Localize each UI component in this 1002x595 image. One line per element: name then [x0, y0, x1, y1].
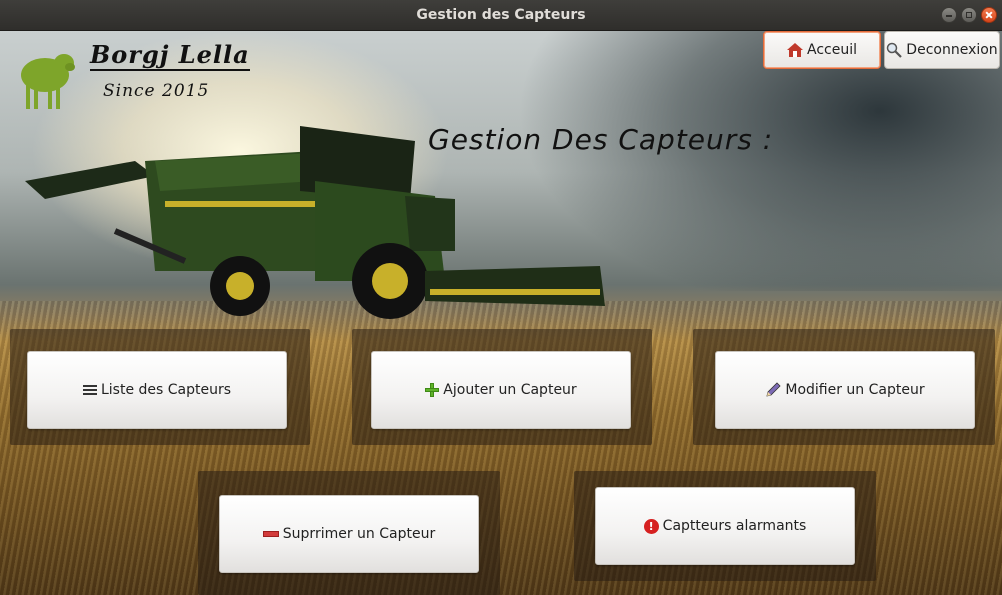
home-button[interactable]: Acceuil	[763, 31, 881, 69]
list-sensors-label: Liste des Capteurs	[100, 382, 232, 398]
alert-icon: !	[643, 518, 659, 534]
alarm-sensors-label: Captteurs alarmants	[662, 518, 807, 534]
maximize-icon	[962, 8, 976, 22]
home-button-label: Acceuil	[807, 42, 857, 58]
window-titlebar: Gestion des Capteurs	[0, 0, 1002, 31]
brand-since: Since 2015	[103, 81, 210, 101]
minimize-button[interactable]	[941, 7, 957, 23]
alarm-sensors-button[interactable]: ! Captteurs alarmants	[595, 487, 855, 565]
list-sensors-button[interactable]: Liste des Capteurs	[27, 351, 287, 429]
page-title: Gestion Des Capteurs :	[428, 123, 774, 156]
list-icon	[82, 384, 97, 396]
window-title: Gestion des Capteurs	[416, 7, 586, 23]
delete-sensor-button[interactable]: Suprrimer un Capteur	[219, 495, 479, 573]
brand-name: Borgj Lella	[90, 40, 250, 71]
home-icon	[787, 43, 803, 57]
edit-sensor-button[interactable]: Modifier un Capteur	[715, 351, 975, 429]
edit-sensor-label: Modifier un Capteur	[785, 382, 925, 398]
close-button[interactable]	[981, 7, 997, 23]
background-scene: Borgj Lella Since 2015 Gestion Des Capte…	[0, 31, 1002, 595]
pencil-icon	[766, 382, 781, 397]
minimize-icon	[942, 8, 956, 22]
add-sensor-button[interactable]: Ajouter un Capteur	[371, 351, 631, 429]
delete-sensor-label: Suprrimer un Capteur	[282, 526, 436, 542]
minus-icon	[262, 531, 279, 537]
sheep-logo-icon	[21, 54, 75, 109]
close-icon	[982, 8, 996, 22]
maximize-button[interactable]	[961, 7, 977, 23]
add-sensor-label: Ajouter un Capteur	[443, 382, 577, 398]
plus-icon	[425, 383, 440, 397]
search-icon	[887, 42, 903, 58]
logout-button-label: Deconnexion	[906, 42, 998, 58]
logout-button[interactable]: Deconnexion	[884, 31, 1000, 69]
